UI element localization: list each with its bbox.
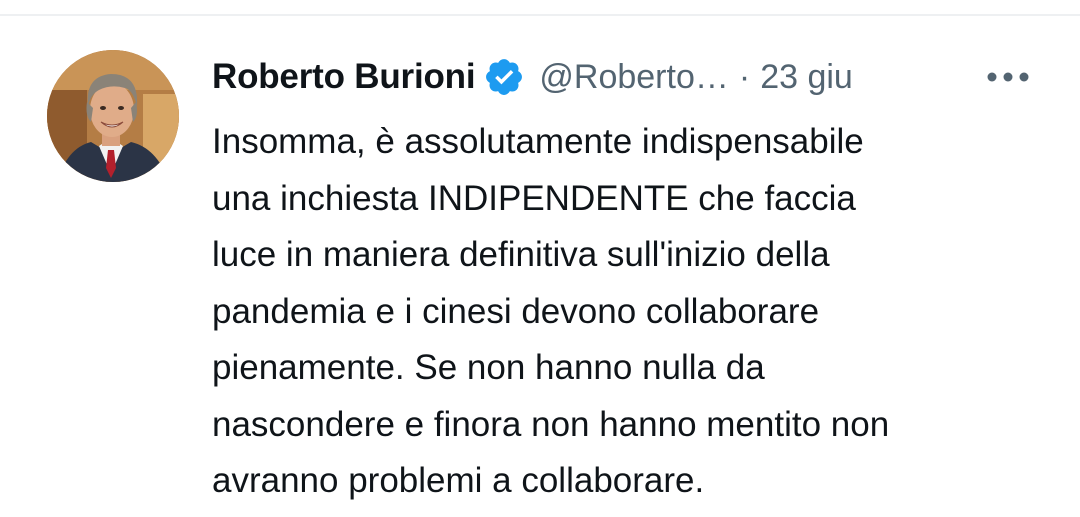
header-separator: · (738, 57, 751, 96)
tweet-text-line: luce in maniera definitiva sull'inizio d… (212, 235, 830, 274)
author-name[interactable]: Roberto Burioni (212, 57, 476, 97)
tweet-text-line: Insomma, è assolutamente indispensabile (212, 122, 864, 161)
tweet-text-line: pandemia e i cinesi devono collaborare (212, 291, 820, 331)
tweet-text-line: avranno problemi a collaborare. (212, 461, 705, 500)
tweet-text: Insomma, è assolutamente indispensabile … (212, 114, 1042, 510)
more-options-icon[interactable] (985, 70, 1031, 84)
tweet-text-line: una inchiesta INDIPENDENTE che faccia (212, 178, 856, 218)
tweet[interactable]: Roberto Burioni @Roberto… · 23 giu Insom… (0, 16, 1080, 517)
tweet-date[interactable]: 23 giu (760, 58, 853, 97)
author-handle[interactable]: @Roberto… (539, 58, 728, 97)
tweet-header: Roberto Burioni @Roberto… · 23 giu (212, 54, 853, 100)
verified-badge-icon (483, 56, 525, 98)
tweet-text-line: pienamente. Se non hanno nulla da (212, 348, 765, 387)
avatar[interactable] (47, 50, 179, 182)
tweet-text-line: nascondere e finora non hanno mentito no… (212, 404, 890, 444)
